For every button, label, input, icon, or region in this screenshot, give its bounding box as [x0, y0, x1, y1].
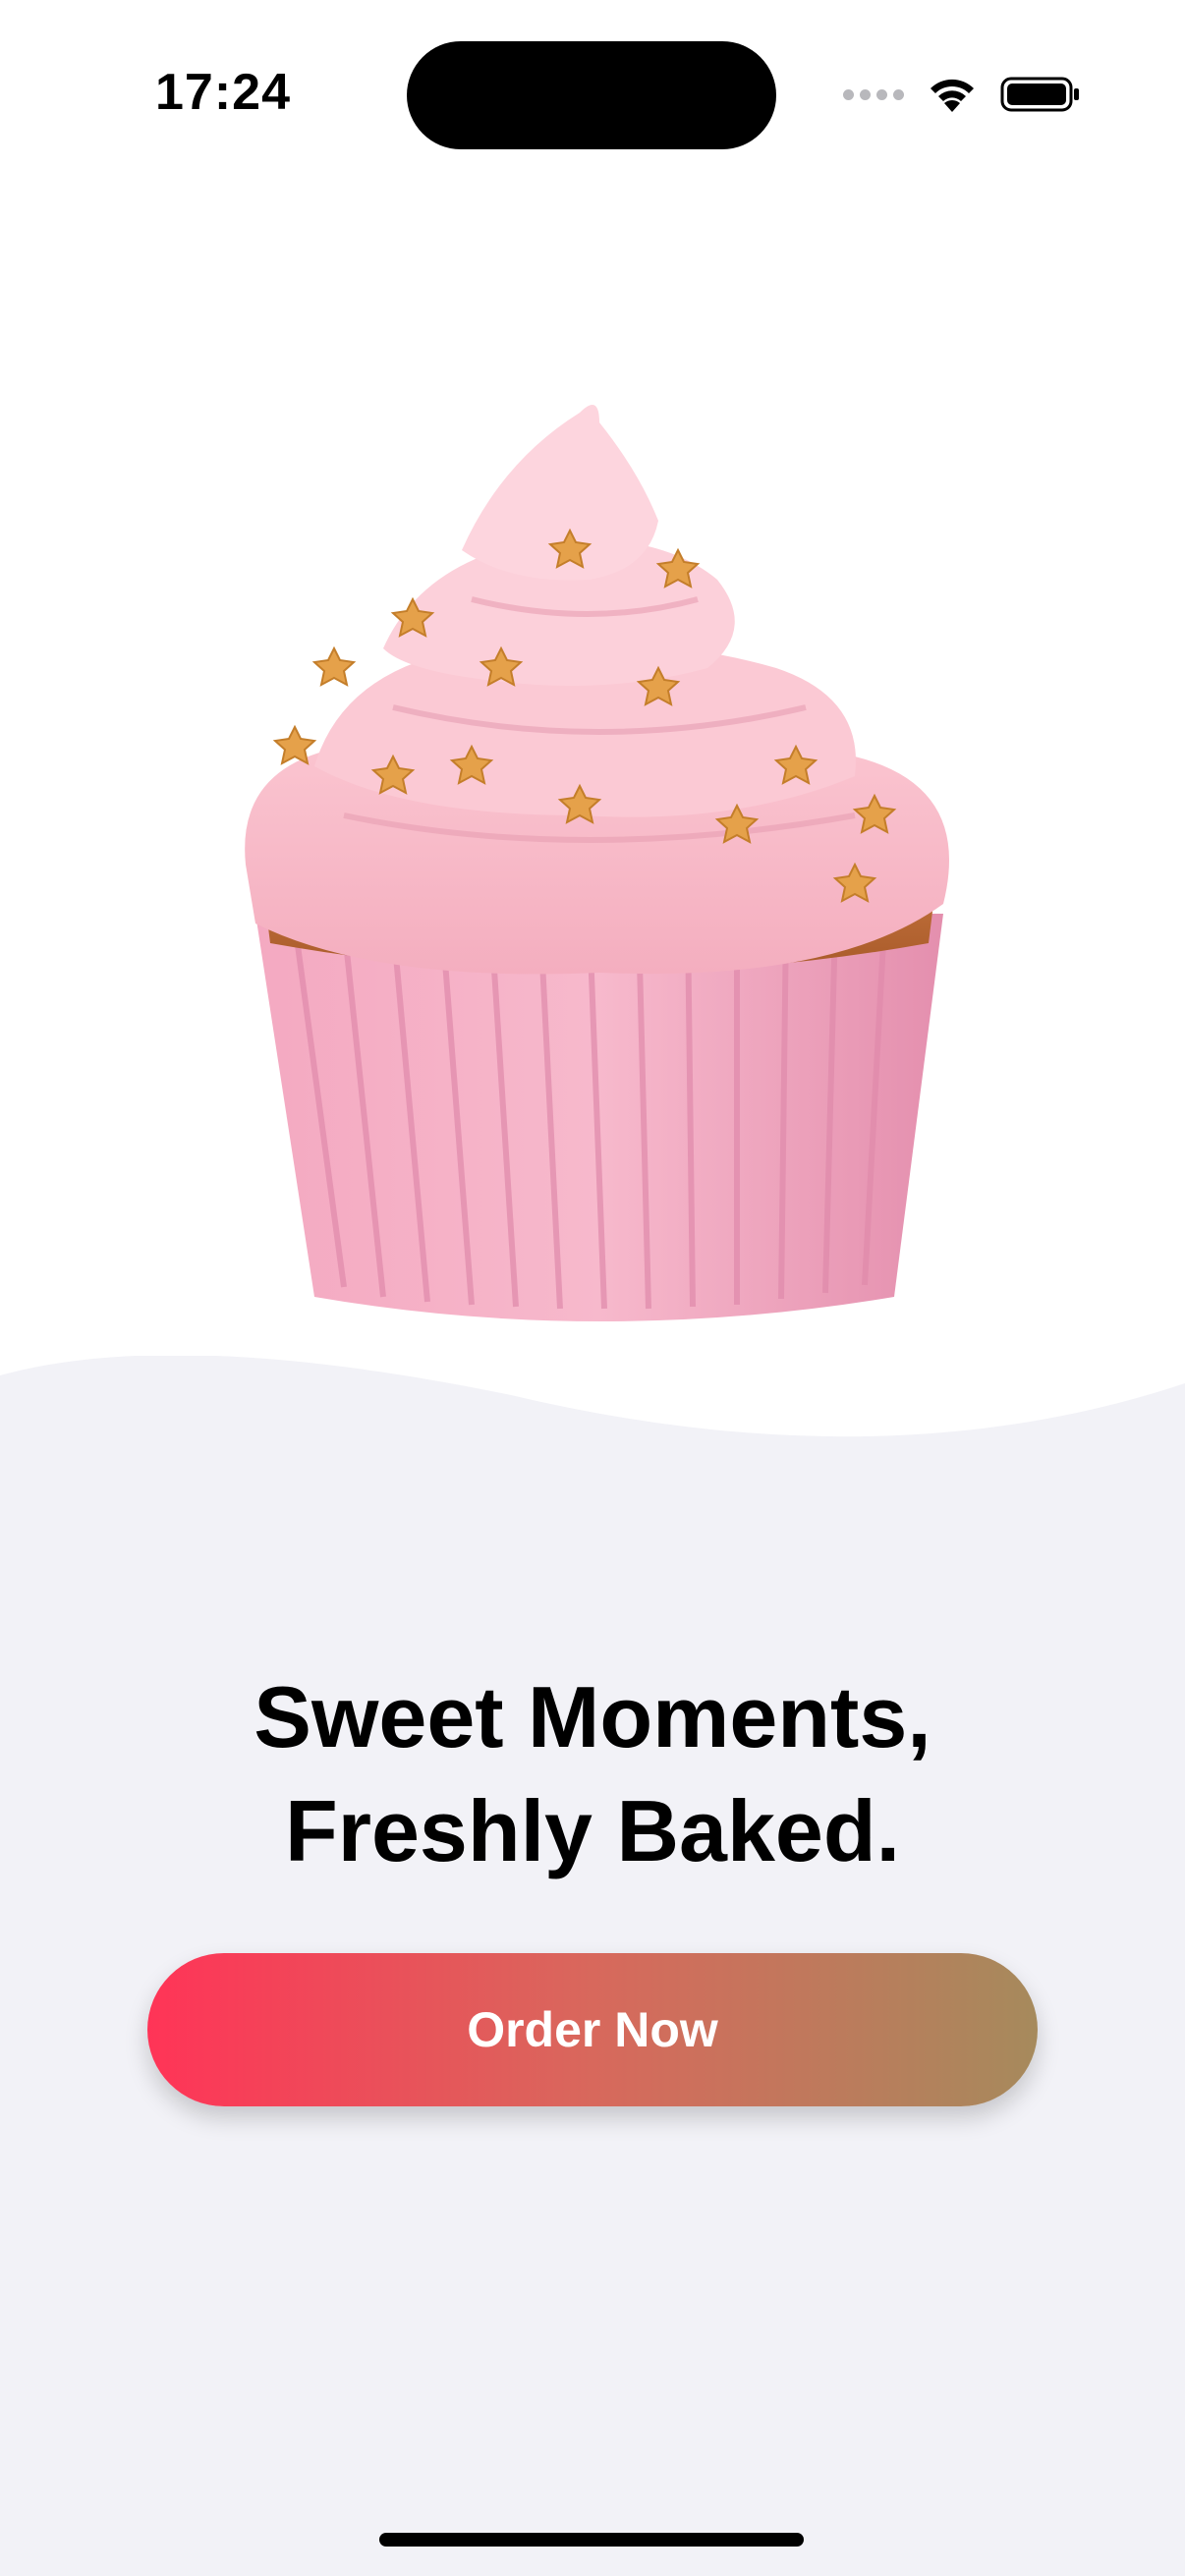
order-now-button[interactable]: Order Now: [147, 1953, 1038, 2106]
wifi-icon: [931, 79, 974, 112]
status-icons: [843, 67, 1081, 122]
status-bar: 17:24: [0, 0, 1185, 196]
headline-line-1: Sweet Moments,: [254, 1668, 931, 1765]
order-now-label: Order Now: [467, 2002, 718, 2057]
cellular-signal-icon: [843, 88, 904, 100]
cupcake-icon: [245, 405, 949, 1321]
hero-section: [0, 354, 1185, 1415]
battery-icon: [1000, 77, 1079, 112]
headline: Sweet Moments, Freshly Baked.: [0, 1660, 1185, 1888]
status-time: 17:24: [155, 64, 291, 121]
headline-line-2: Freshly Baked.: [284, 1782, 901, 1879]
dynamic-island: [407, 41, 776, 149]
home-indicator[interactable]: [379, 2533, 804, 2547]
